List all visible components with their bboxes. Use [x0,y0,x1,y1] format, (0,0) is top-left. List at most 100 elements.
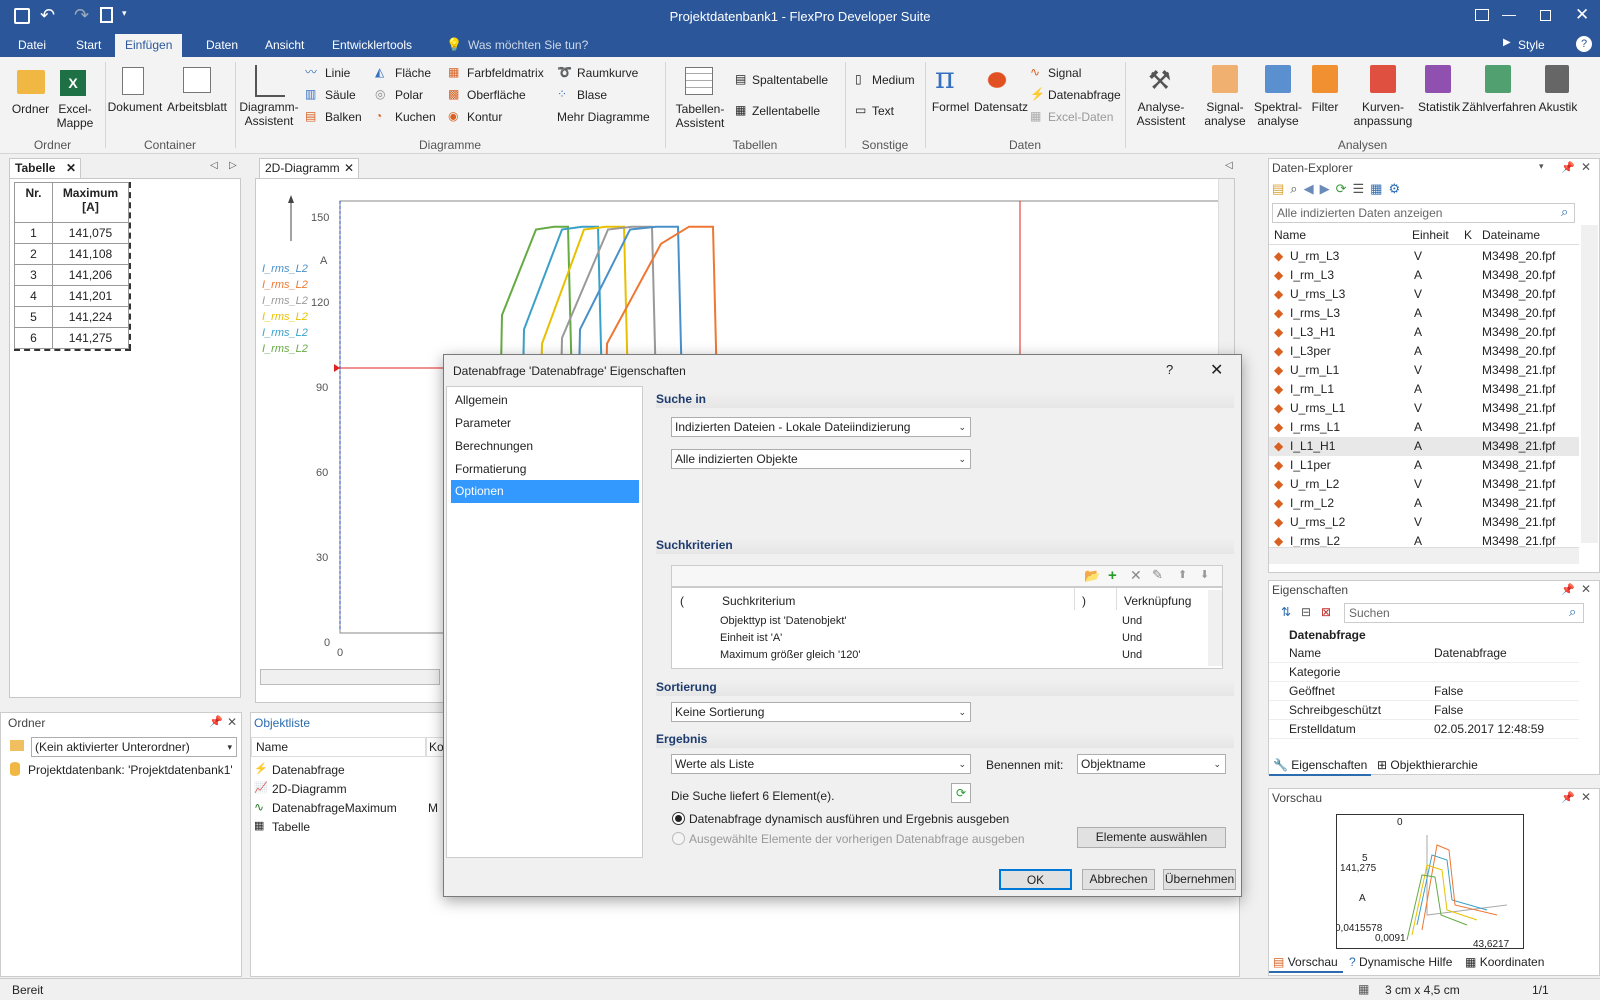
tab-datei[interactable]: Datei [8,34,56,57]
nav-parameter[interactable]: Parameter [455,416,511,430]
panel-menu-icon[interactable]: ▾ [1539,161,1544,172]
property-row[interactable]: Name Datenabfrage [1269,644,1579,663]
properties-search-input[interactable]: Suchen [1344,603,1584,623]
criterion-2-link[interactable]: Und [1122,632,1142,644]
tab-einfuegen[interactable]: Einfügen [115,34,183,57]
text-button[interactable]: Text [872,104,894,118]
nav-right-icon[interactable]: ▷ [229,160,237,171]
project-database-item[interactable]: Projektdatenbank: 'Projektdatenbank1' [28,763,233,777]
oberflaeche-button[interactable]: Oberfläche [467,88,526,102]
save-icon[interactable] [14,8,30,24]
nav-left-icon[interactable]: ◁ [210,160,218,171]
refresh-result-icon[interactable]: ⟳ [951,783,971,803]
col-dateiname[interactable]: Dateiname [1482,225,1540,245]
delete-criterion-icon[interactable]: ✕ [1130,567,1142,584]
column-header-name[interactable]: Name [251,737,426,757]
filter-props-icon[interactable]: ⊠ [1321,605,1331,619]
pin-icon[interactable]: 📌 [209,715,223,728]
database-tool-icon[interactable]: ▤ [1272,181,1290,196]
benennen-select[interactable]: Objektname ⌄ [1077,754,1226,774]
cancel-button[interactable]: Abbrechen [1082,869,1155,890]
explorer-vertical-scrollbar[interactable] [1581,225,1598,543]
redo-icon[interactable]: ↷ [74,5,89,26]
signalanalyse-button[interactable]: Signal-analyse [1200,100,1250,128]
excel-daten-button[interactable]: Excel-Daten [1048,110,1113,124]
spektralanalyse-button[interactable]: Spektral-analyse [1252,100,1304,128]
tab-start[interactable]: Start [66,34,111,57]
property-row[interactable]: Erstelldatum 02.05.2017 12:48:59 [1269,720,1579,739]
statistik-button[interactable]: Statistik [1416,100,1462,114]
signal-button[interactable]: Signal [1048,66,1081,80]
style-label[interactable]: Style [1518,38,1545,52]
explorer-row[interactable]: ◆ I_rms_L2 A M3498_21.fpf [1269,532,1579,547]
tab-ansicht[interactable]: Ansicht [255,34,314,57]
grid-icon[interactable]: ▦ [1370,181,1388,196]
col-k[interactable]: K [1464,225,1472,245]
tabellen-assistent-button[interactable]: Tabellen- Assistent [670,102,730,130]
source-select[interactable]: Indizierten Dateien - Lokale Dateiindizi… [671,417,971,437]
close-panel-icon[interactable]: ✕ [1581,790,1591,804]
radio-previous-label[interactable]: Ausgewählte Elemente der vorherigen Date… [689,832,1025,846]
maximize-icon[interactable] [1540,10,1551,21]
kuchen-button[interactable]: Kuchen [395,110,436,124]
medium-button[interactable]: Medium [872,73,915,87]
flaeche-button[interactable]: Fläche [395,66,431,80]
datensatz-button[interactable]: Datensatz [974,100,1028,114]
criteria-scrollbar[interactable] [1208,590,1222,666]
nav-formatierung[interactable]: Formatierung [455,462,526,476]
nav-allgemein[interactable]: Allgemein [455,393,508,407]
explorer-row[interactable]: ◆ U_rm_L1 V M3498_21.fpf [1269,361,1579,380]
tab-tabelle[interactable]: Tabelle ✕ [9,158,81,178]
open-folder-icon[interactable]: 📂 [1084,568,1100,584]
balken-button[interactable]: Balken [325,110,362,124]
sort-icon[interactable]: ⇅ [1281,605,1291,619]
criterion-1[interactable]: Objekttyp ist 'Datenobjekt' [720,615,846,627]
view-icon[interactable]: ☰ [1352,181,1370,196]
undo-icon[interactable]: ↶ [40,5,55,26]
property-row[interactable]: Kategorie [1269,663,1579,682]
apply-button[interactable]: Übernehmen [1163,869,1236,890]
formel-button[interactable]: Formel [928,100,973,114]
move-up-icon[interactable]: ⬆ [1178,568,1187,581]
tell-me-search[interactable]: Was möchten Sie tun? [468,38,588,52]
dialog-help-button[interactable]: ? [1166,362,1173,377]
criterion-3-link[interactable]: Und [1122,649,1142,661]
close-tab-icon[interactable]: ✕ [344,159,354,177]
explorer-row[interactable]: ◆ I_L3_H1 A M3498_20.fpf [1269,323,1579,342]
search-icon[interactable]: ⌕ [1569,604,1576,620]
kontur-button[interactable]: Kontur [467,110,502,124]
minimize-icon[interactable]: — [1502,6,1516,22]
explorer-row[interactable]: ◆ U_rm_L2 V M3498_21.fpf [1269,475,1579,494]
spaltentabelle-button[interactable]: Spaltentabelle [752,73,828,87]
radio-dynamic-label[interactable]: Datenabfrage dynamisch ausführen und Erg… [689,812,1009,826]
elemente-auswaehlen-button[interactable]: Elemente auswählen [1077,827,1226,848]
help-icon[interactable]: ? [1576,36,1592,52]
tab-2d-diagramm[interactable]: 2D-Diagramm ✕ [259,158,359,178]
tab-objekthierarchie[interactable]: ⊞ Objekthierarchie [1373,757,1501,776]
move-down-icon[interactable]: ⬇ [1200,568,1209,581]
explorer-row[interactable]: ◆ I_rms_L3 A M3498_20.fpf [1269,304,1579,323]
object-item-datenabfrage[interactable]: Datenabfrage [272,763,345,777]
forward-icon[interactable]: ▶ [1320,181,1336,196]
explorer-row[interactable]: ◆ U_rms_L1 V M3498_21.fpf [1269,399,1579,418]
criterion-2[interactable]: Einheit ist 'A' [720,632,782,644]
criterion-1-link[interactable]: Und [1122,615,1142,627]
explorer-row[interactable]: ◆ I_L1per A M3498_21.fpf [1269,456,1579,475]
tab-eigenschaften[interactable]: 🔧 Eigenschaften [1269,757,1371,776]
explorer-row[interactable]: ◆ I_rm_L2 A M3498_21.fpf [1269,494,1579,513]
objects-select[interactable]: Alle indizierten Objekte ⌄ [671,449,971,469]
ordner-button[interactable]: Ordner [8,102,53,116]
datenabfrage-button[interactable]: Datenabfrage [1048,88,1121,102]
result-select[interactable]: Werte als Liste ⌄ [671,754,971,774]
close-panel-icon[interactable]: ✕ [227,715,237,729]
tab-dynamische-hilfe[interactable]: ? Dynamische Hilfe [1345,953,1459,973]
akustik-button[interactable]: Akustik [1536,100,1580,114]
linie-button[interactable]: Linie [325,66,350,80]
tab-vorschau[interactable]: ▤ Vorschau [1269,953,1343,973]
ribbon-display-icon[interactable] [1475,9,1489,21]
explorer-horizontal-scrollbar[interactable] [1269,547,1579,564]
explorer-row[interactable]: ◆ I_rm_L3 A M3498_20.fpf [1269,266,1579,285]
explorer-row[interactable]: ◆ I_rm_L1 A M3498_21.fpf [1269,380,1579,399]
blase-button[interactable]: Blase [577,88,607,102]
mehr-diagramme-button[interactable]: Mehr Diagramme [557,110,650,124]
